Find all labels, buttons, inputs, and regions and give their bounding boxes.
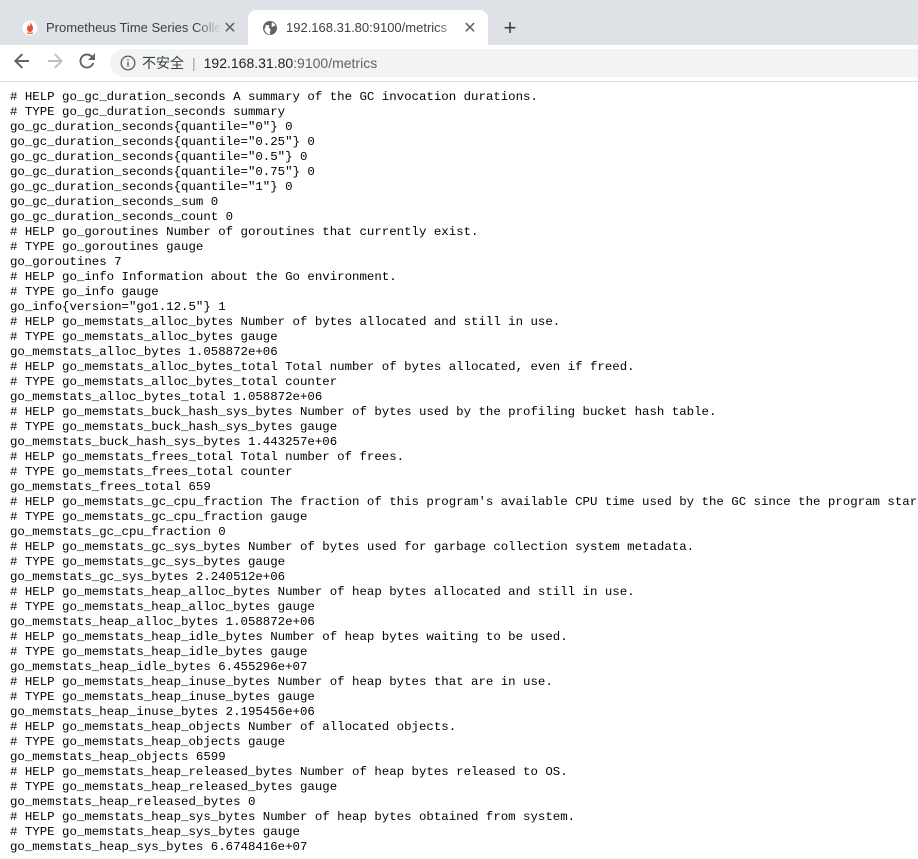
metric-comment-line: # HELP go_memstats_heap_inuse_bytes Numb…	[10, 675, 553, 689]
address-divider: |	[192, 55, 196, 71]
metric-sample-line: go_gc_duration_seconds{quantile="0"} 0	[10, 120, 293, 134]
metric-sample-line: go_goroutines 7	[10, 255, 122, 269]
metric-comment-line: # TYPE go_gc_duration_seconds summary	[10, 105, 286, 119]
metric-comment-line: # TYPE go_memstats_heap_alloc_bytes gaug…	[10, 600, 315, 614]
metric-sample-line: go_memstats_buck_hash_sys_bytes 1.443257…	[10, 435, 338, 449]
metric-comment-line: # TYPE go_memstats_buck_hash_sys_bytes g…	[10, 420, 338, 434]
close-icon[interactable]: ✕	[222, 18, 238, 38]
metric-comment-line: # HELP go_memstats_alloc_bytes_total Tot…	[10, 360, 635, 374]
metric-sample-line: go_memstats_heap_objects 6599	[10, 750, 226, 764]
tab-title: 192.168.31.80:9100/metrics	[286, 20, 448, 35]
metric-sample-line: go_gc_duration_seconds{quantile="0.75"} …	[10, 165, 315, 179]
forward-arrow-icon	[46, 52, 64, 75]
browser-toolbar: 不安全 | 192.168.31.80:9100/metrics	[0, 45, 918, 82]
tab-title: Prometheus Time Series Collec	[46, 20, 222, 35]
metric-comment-line: # TYPE go_goroutines gauge	[10, 240, 204, 254]
metric-sample-line: go_memstats_heap_alloc_bytes 1.058872e+0…	[10, 615, 315, 629]
globe-icon	[262, 20, 278, 36]
metric-sample-line: go_memstats_alloc_bytes 1.058872e+06	[10, 345, 278, 359]
metric-comment-line: # HELP go_gc_duration_seconds A summary …	[10, 90, 538, 104]
metric-sample-line: go_memstats_heap_sys_bytes 6.6748416e+07	[10, 840, 308, 854]
reload-icon	[78, 52, 96, 75]
metric-comment-line: # HELP go_memstats_heap_objects Number o…	[10, 720, 457, 734]
metric-comment-line: # TYPE go_memstats_alloc_bytes_total cou…	[10, 375, 338, 389]
security-label[interactable]: 不安全	[142, 53, 184, 73]
metric-comment-line: # TYPE go_memstats_gc_sys_bytes gauge	[10, 555, 286, 569]
metric-comment-line: # HELP go_memstats_gc_sys_bytes Number o…	[10, 540, 695, 554]
metric-comment-line: # TYPE go_memstats_frees_total counter	[10, 465, 293, 479]
metric-sample-line: go_memstats_heap_idle_bytes 6.455296e+07	[10, 660, 308, 674]
info-icon[interactable]	[120, 55, 136, 71]
metric-comment-line: # HELP go_memstats_heap_alloc_bytes Numb…	[10, 585, 635, 599]
page-content: # HELP go_gc_duration_seconds A summary …	[0, 82, 918, 859]
metric-sample-line: go_gc_duration_seconds{quantile="0.25"} …	[10, 135, 315, 149]
metric-comment-line: # HELP go_goroutines Number of goroutine…	[10, 225, 479, 239]
metric-comment-line: # TYPE go_info gauge	[10, 285, 159, 299]
metric-comment-line: # HELP go_memstats_heap_released_bytes N…	[10, 765, 568, 779]
metric-comment-line: # HELP go_memstats_heap_idle_bytes Numbe…	[10, 630, 568, 644]
reload-button[interactable]	[73, 49, 101, 77]
metric-comment-line: # TYPE go_memstats_heap_inuse_bytes gaug…	[10, 690, 315, 704]
metric-comment-line: # HELP go_info Information about the Go …	[10, 270, 397, 284]
metric-comment-line: # TYPE go_memstats_heap_sys_bytes gauge	[10, 825, 300, 839]
url-path: :9100/metrics	[293, 55, 378, 71]
metric-sample-line: go_memstats_gc_cpu_fraction 0	[10, 525, 226, 539]
metric-sample-line: go_memstats_frees_total 659	[10, 480, 211, 494]
forward-button[interactable]	[41, 49, 69, 77]
metric-comment-line: # HELP go_memstats_alloc_bytes Number of…	[10, 315, 561, 329]
metric-sample-line: go_memstats_gc_sys_bytes 2.240512e+06	[10, 570, 286, 584]
metric-comment-line: # HELP go_memstats_buck_hash_sys_bytes N…	[10, 405, 717, 419]
metric-comment-line: # TYPE go_memstats_heap_idle_bytes gauge	[10, 645, 308, 659]
metrics-text: # HELP go_gc_duration_seconds A summary …	[0, 82, 918, 855]
back-button[interactable]	[8, 49, 36, 77]
metric-comment-line: # TYPE go_memstats_heap_released_bytes g…	[10, 780, 338, 794]
metric-sample-line: go_memstats_heap_released_bytes 0	[10, 795, 256, 809]
metric-sample-line: go_gc_duration_seconds{quantile="0.5"} 0	[10, 150, 308, 164]
metric-sample-line: go_gc_duration_seconds{quantile="1"} 0	[10, 180, 293, 194]
metric-comment-line: # HELP go_memstats_heap_sys_bytes Number…	[10, 810, 576, 824]
metric-sample-line: go_memstats_heap_inuse_bytes 2.195456e+0…	[10, 705, 315, 719]
metric-sample-line: go_gc_duration_seconds_count 0	[10, 210, 234, 224]
metric-sample-line: go_info{version="go1.12.5"} 1	[10, 300, 226, 314]
prometheus-flame-icon	[22, 20, 38, 36]
address-bar[interactable]: 不安全 | 192.168.31.80:9100/metrics	[110, 49, 918, 77]
tab-metrics[interactable]: 192.168.31.80:9100/metrics ✕	[248, 10, 488, 45]
close-icon[interactable]: ✕	[462, 18, 478, 38]
metric-comment-line: # TYPE go_memstats_heap_objects gauge	[10, 735, 286, 749]
new-tab-button[interactable]: +	[498, 16, 522, 40]
tab-prometheus[interactable]: Prometheus Time Series Collec ✕	[8, 10, 248, 45]
metric-sample-line: go_gc_duration_seconds_sum 0	[10, 195, 219, 209]
back-arrow-icon	[13, 52, 31, 75]
tab-strip: Prometheus Time Series Collec ✕ 192.168.…	[0, 0, 918, 45]
metric-comment-line: # HELP go_memstats_frees_total Total num…	[10, 450, 405, 464]
url-host: 192.168.31.80	[203, 55, 294, 71]
metric-sample-line: go_memstats_alloc_bytes_total 1.058872e+…	[10, 390, 323, 404]
metric-comment-line: # HELP go_memstats_gc_cpu_fraction The f…	[10, 495, 918, 509]
metric-comment-line: # TYPE go_memstats_alloc_bytes gauge	[10, 330, 278, 344]
metric-comment-line: # TYPE go_memstats_gc_cpu_fraction gauge	[10, 510, 308, 524]
